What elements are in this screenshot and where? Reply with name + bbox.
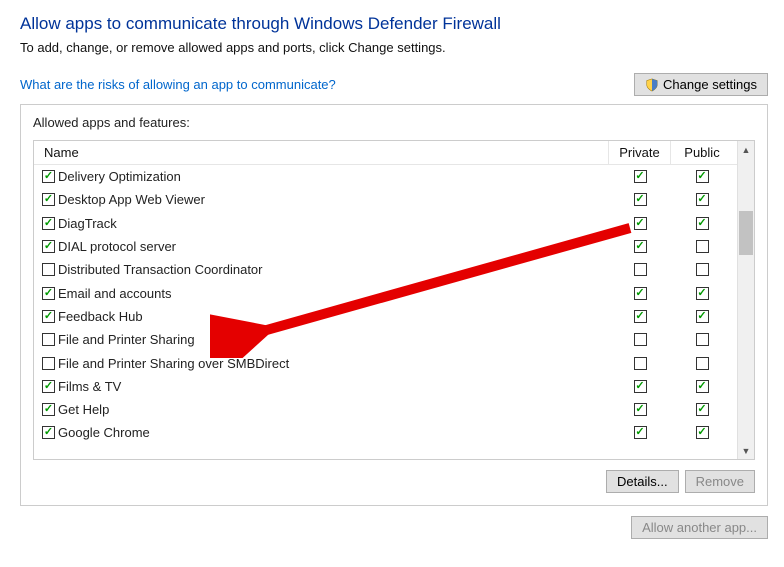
remove-button[interactable]: Remove xyxy=(685,470,755,493)
private-checkbox[interactable] xyxy=(634,170,647,183)
change-settings-label: Change settings xyxy=(663,77,757,92)
allowed-apps-list: Name Private Public Delivery Optimizatio… xyxy=(33,140,755,460)
private-checkbox[interactable] xyxy=(634,403,647,416)
enable-checkbox[interactable] xyxy=(42,193,55,206)
app-name: Get Help xyxy=(58,402,109,417)
column-header-public[interactable]: Public xyxy=(671,141,733,164)
app-name: DiagTrack xyxy=(58,216,117,231)
public-checkbox[interactable] xyxy=(696,287,709,300)
public-checkbox[interactable] xyxy=(696,217,709,230)
enable-checkbox[interactable] xyxy=(42,263,55,276)
page-subtitle: To add, change, or remove allowed apps a… xyxy=(20,40,768,55)
public-checkbox[interactable] xyxy=(696,403,709,416)
app-name: Delivery Optimization xyxy=(58,169,181,184)
details-button[interactable]: Details... xyxy=(606,470,679,493)
table-row[interactable]: Delivery Optimization xyxy=(34,165,737,188)
app-name: Google Chrome xyxy=(58,425,150,440)
public-checkbox[interactable] xyxy=(696,263,709,276)
app-name: Films & TV xyxy=(58,379,121,394)
scrollbar[interactable]: ▲ ▼ xyxy=(737,141,754,459)
public-checkbox[interactable] xyxy=(696,380,709,393)
enable-checkbox[interactable] xyxy=(42,310,55,323)
public-checkbox[interactable] xyxy=(696,357,709,370)
private-checkbox[interactable] xyxy=(634,217,647,230)
table-row[interactable]: Feedback Hub xyxy=(34,305,737,328)
public-checkbox[interactable] xyxy=(696,310,709,323)
app-name: DIAL protocol server xyxy=(58,239,176,254)
private-checkbox[interactable] xyxy=(634,310,647,323)
help-link[interactable]: What are the risks of allowing an app to… xyxy=(20,77,336,92)
public-checkbox[interactable] xyxy=(696,193,709,206)
change-settings-button[interactable]: Change settings xyxy=(634,73,768,96)
scroll-up-button[interactable]: ▲ xyxy=(738,141,754,158)
enable-checkbox[interactable] xyxy=(42,426,55,439)
enable-checkbox[interactable] xyxy=(42,380,55,393)
public-checkbox[interactable] xyxy=(696,426,709,439)
table-row[interactable]: Desktop App Web Viewer xyxy=(34,188,737,211)
table-row[interactable]: File and Printer Sharing over SMBDirect xyxy=(34,351,737,374)
table-row[interactable]: File and Printer Sharing xyxy=(34,328,737,351)
table-row[interactable]: Email and accounts xyxy=(34,281,737,304)
enable-checkbox[interactable] xyxy=(42,403,55,416)
app-name: Distributed Transaction Coordinator xyxy=(58,262,263,277)
enable-checkbox[interactable] xyxy=(42,170,55,183)
table-row[interactable]: Get Help xyxy=(34,398,737,421)
enable-checkbox[interactable] xyxy=(42,217,55,230)
private-checkbox[interactable] xyxy=(634,287,647,300)
private-checkbox[interactable] xyxy=(634,263,647,276)
table-row[interactable]: Films & TV xyxy=(34,375,737,398)
private-checkbox[interactable] xyxy=(634,426,647,439)
allowed-apps-group: Allowed apps and features: Name Private … xyxy=(20,104,768,506)
app-name: File and Printer Sharing over SMBDirect xyxy=(58,356,289,371)
public-checkbox[interactable] xyxy=(696,170,709,183)
scroll-thumb[interactable] xyxy=(739,211,753,255)
column-header-private[interactable]: Private xyxy=(609,141,671,164)
table-row[interactable]: DiagTrack xyxy=(34,212,737,235)
list-header: Name Private Public xyxy=(34,141,737,165)
page-title: Allow apps to communicate through Window… xyxy=(20,14,768,34)
allow-another-app-button[interactable]: Allow another app... xyxy=(631,516,768,539)
enable-checkbox[interactable] xyxy=(42,287,55,300)
public-checkbox[interactable] xyxy=(696,333,709,346)
private-checkbox[interactable] xyxy=(634,357,647,370)
private-checkbox[interactable] xyxy=(634,333,647,346)
group-title: Allowed apps and features: xyxy=(33,115,755,130)
scroll-track[interactable] xyxy=(738,158,754,442)
table-row[interactable]: DIAL protocol server xyxy=(34,235,737,258)
app-name: Desktop App Web Viewer xyxy=(58,192,205,207)
private-checkbox[interactable] xyxy=(634,193,647,206)
scroll-down-button[interactable]: ▼ xyxy=(738,442,754,459)
private-checkbox[interactable] xyxy=(634,380,647,393)
app-name: Feedback Hub xyxy=(58,309,143,324)
app-name: File and Printer Sharing xyxy=(58,332,195,347)
private-checkbox[interactable] xyxy=(634,240,647,253)
enable-checkbox[interactable] xyxy=(42,240,55,253)
enable-checkbox[interactable] xyxy=(42,333,55,346)
enable-checkbox[interactable] xyxy=(42,357,55,370)
public-checkbox[interactable] xyxy=(696,240,709,253)
column-header-name[interactable]: Name xyxy=(38,141,609,164)
shield-icon xyxy=(645,78,659,92)
app-name: Email and accounts xyxy=(58,286,171,301)
table-row[interactable]: Distributed Transaction Coordinator xyxy=(34,258,737,281)
table-row[interactable]: Google Chrome xyxy=(34,421,737,444)
